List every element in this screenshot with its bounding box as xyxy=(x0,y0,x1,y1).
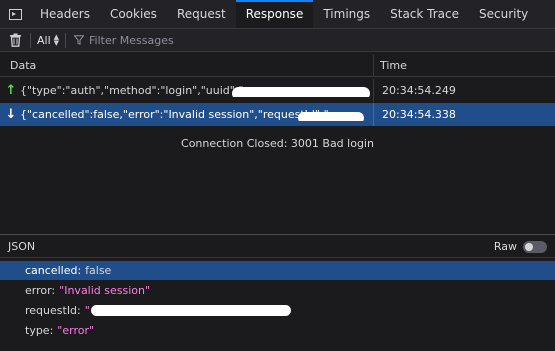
raw-toggle[interactable] xyxy=(523,240,547,253)
messages-toolbar: All ▲ ▼ Filter Messages xyxy=(0,29,555,52)
property-value: false xyxy=(85,264,112,277)
property-key: type: xyxy=(25,324,54,337)
tab-request[interactable]: Request xyxy=(167,0,236,28)
arrow-down-icon: ↓ xyxy=(5,107,17,122)
filter-messages-input[interactable]: Filter Messages xyxy=(66,34,174,47)
tab-stack-trace[interactable]: Stack Trace xyxy=(380,0,469,28)
property-key: error: xyxy=(25,284,56,297)
filter-placeholder: Filter Messages xyxy=(89,33,174,47)
property-key: requestId: xyxy=(25,304,81,317)
json-panel-title: JSON xyxy=(8,240,36,253)
json-panel-header: JSON Raw xyxy=(0,236,555,258)
tab-timings[interactable]: Timings xyxy=(313,0,380,28)
column-header-time[interactable]: Time xyxy=(374,59,407,72)
raw-label: Raw xyxy=(493,240,517,253)
json-property-cancelled[interactable]: cancelled: false xyxy=(0,261,555,280)
tab-bar: Headers Cookies Request Response Timings… xyxy=(0,0,555,29)
property-value: "error" xyxy=(57,324,95,337)
arrow-up-icon: ↑ xyxy=(5,83,17,98)
filter-icon xyxy=(74,35,85,45)
message-row-sent[interactable]: ↑ {"type":"auth","method":"login","uuid"… xyxy=(0,79,555,102)
trash-icon xyxy=(9,33,21,47)
message-time: 20:34:54.338 xyxy=(382,108,456,121)
connection-status: Connection Closed: 3001 Bad login xyxy=(181,137,374,150)
message-type-select[interactable]: All ▲ ▼ xyxy=(31,34,65,47)
json-property-requestid[interactable]: requestId: " xyxy=(0,301,555,320)
redaction-mark xyxy=(232,87,370,97)
property-value: " xyxy=(85,304,291,317)
property-value: "Invalid session" xyxy=(59,284,151,297)
message-type-value: All xyxy=(37,33,51,47)
message-data: {"type":"auth","method":"login","uuid":" xyxy=(20,84,373,97)
json-property-type[interactable]: type: "error" xyxy=(0,321,555,340)
tab-response[interactable]: Response xyxy=(235,0,314,28)
message-time: 20:34:54.249 xyxy=(382,84,456,97)
tab-cookies[interactable]: Cookies xyxy=(100,0,167,28)
tab-headers[interactable]: Headers xyxy=(30,0,100,28)
panel-toggle-icon xyxy=(8,8,22,20)
redaction-mark xyxy=(298,112,364,121)
redaction-mark xyxy=(90,305,291,316)
select-arrows-icon: ▲ ▼ xyxy=(53,33,60,47)
panel-splitter[interactable] xyxy=(0,234,555,235)
column-header-data[interactable]: Data xyxy=(0,59,373,72)
raw-toggle-group: Raw xyxy=(494,240,547,253)
messages-table-header: Data Time xyxy=(0,54,555,77)
message-data: {"cancelled":false,"error":"Invalid sess… xyxy=(20,108,373,121)
toggle-sidebar-button[interactable] xyxy=(0,0,30,28)
message-row-received[interactable]: ↓ {"cancelled":false,"error":"Invalid se… xyxy=(0,103,555,126)
json-property-error[interactable]: error: "Invalid session" xyxy=(0,281,555,300)
property-key: cancelled: xyxy=(25,264,82,277)
tab-security[interactable]: Security xyxy=(469,0,538,28)
clear-messages-button[interactable] xyxy=(0,33,30,47)
